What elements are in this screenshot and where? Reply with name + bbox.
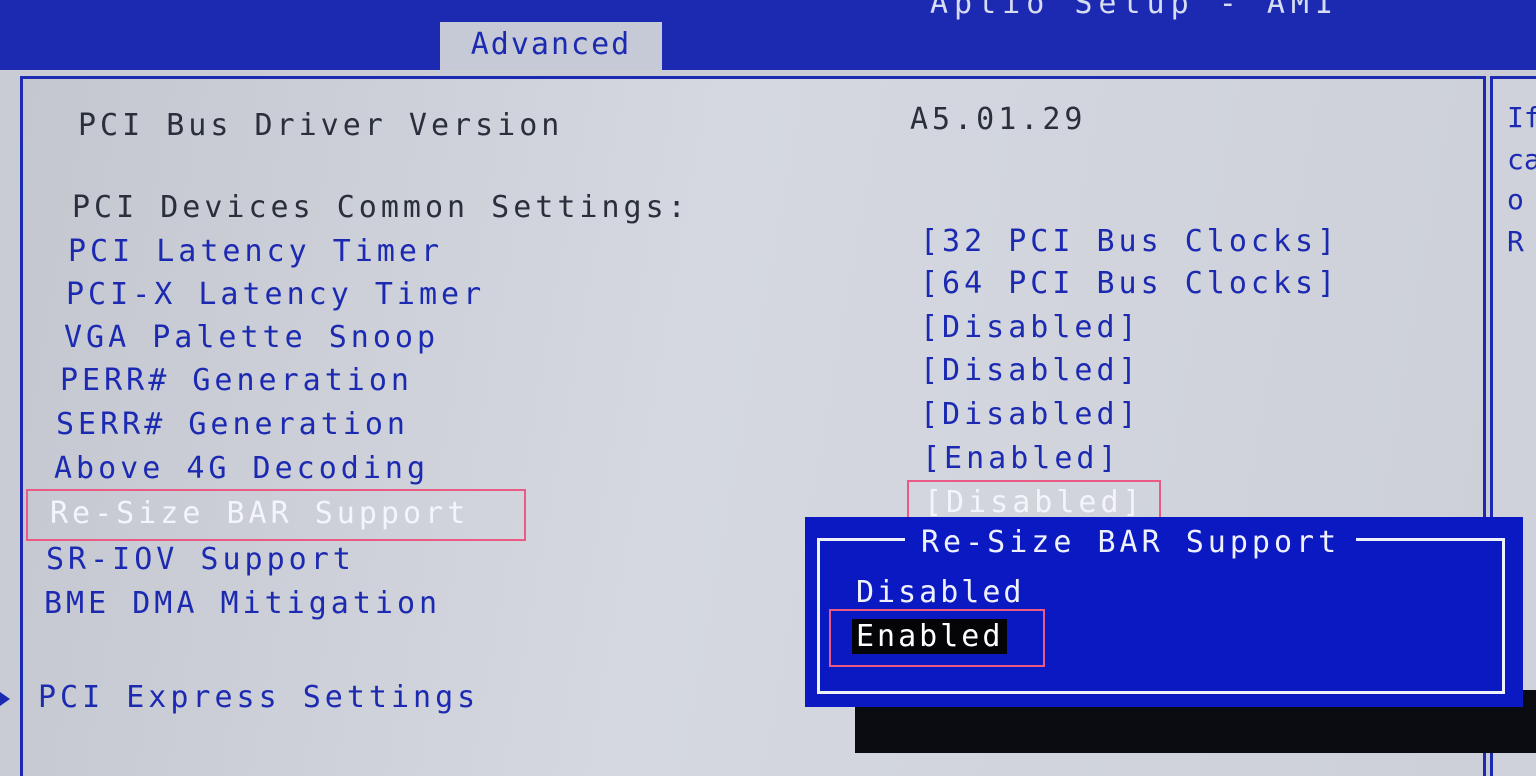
help-text-line: If [1507, 101, 1536, 134]
setting-bme-dma-mitigation[interactable]: BME DMA Mitigation [44, 586, 441, 621]
help-text-line: ca [1507, 143, 1536, 176]
value-vga-palette-snoop[interactable]: [Disabled] [920, 310, 1141, 345]
setting-pci-latency-timer[interactable]: PCI Latency Timer [68, 234, 443, 269]
value-pcix-latency-timer[interactable]: [64 PCI Bus Clocks] [920, 266, 1339, 301]
value-perr-generation[interactable]: [Disabled] [920, 353, 1141, 388]
popup-option-disabled[interactable]: Disabled [852, 575, 1029, 610]
setting-vga-palette-snoop[interactable]: VGA Palette Snoop [64, 320, 439, 355]
section-title: PCI Devices Common Settings: [72, 190, 690, 225]
driver-version-label: PCI Bus Driver Version [78, 108, 564, 143]
top-bar: Aptio Setup - AMI Advanced [0, 0, 1536, 70]
highlight-box-option [829, 609, 1045, 667]
setting-perr-generation[interactable]: PERR# Generation [60, 363, 413, 398]
submenu-pci-express-settings[interactable]: PCI Express Settings [38, 680, 479, 715]
setting-serr-generation[interactable]: SERR# Generation [56, 407, 409, 442]
app-title: Aptio Setup - AMI [930, 0, 1340, 21]
help-text-line: R [1507, 225, 1524, 258]
popup-title: Re-Size BAR Support [905, 525, 1357, 560]
highlight-box-label [26, 489, 526, 541]
help-text-line: o [1507, 183, 1524, 216]
option-popup: Re-Size BAR Support Disabled Enabled [805, 517, 1523, 707]
tab-advanced[interactable]: Advanced [440, 22, 662, 70]
setting-above-4g-decoding[interactable]: Above 4G Decoding [54, 451, 429, 486]
setting-pcix-latency-timer[interactable]: PCI-X Latency Timer [66, 277, 485, 312]
submenu-arrow-icon [0, 692, 10, 706]
setting-sr-iov-support[interactable]: SR-IOV Support [46, 542, 355, 577]
driver-version-value: A5.01.29 [910, 102, 1087, 137]
value-serr-generation[interactable]: [Disabled] [920, 397, 1141, 432]
value-above-4g-decoding[interactable]: [Enabled] [922, 441, 1121, 476]
value-pci-latency-timer[interactable]: [32 PCI Bus Clocks] [920, 224, 1339, 259]
